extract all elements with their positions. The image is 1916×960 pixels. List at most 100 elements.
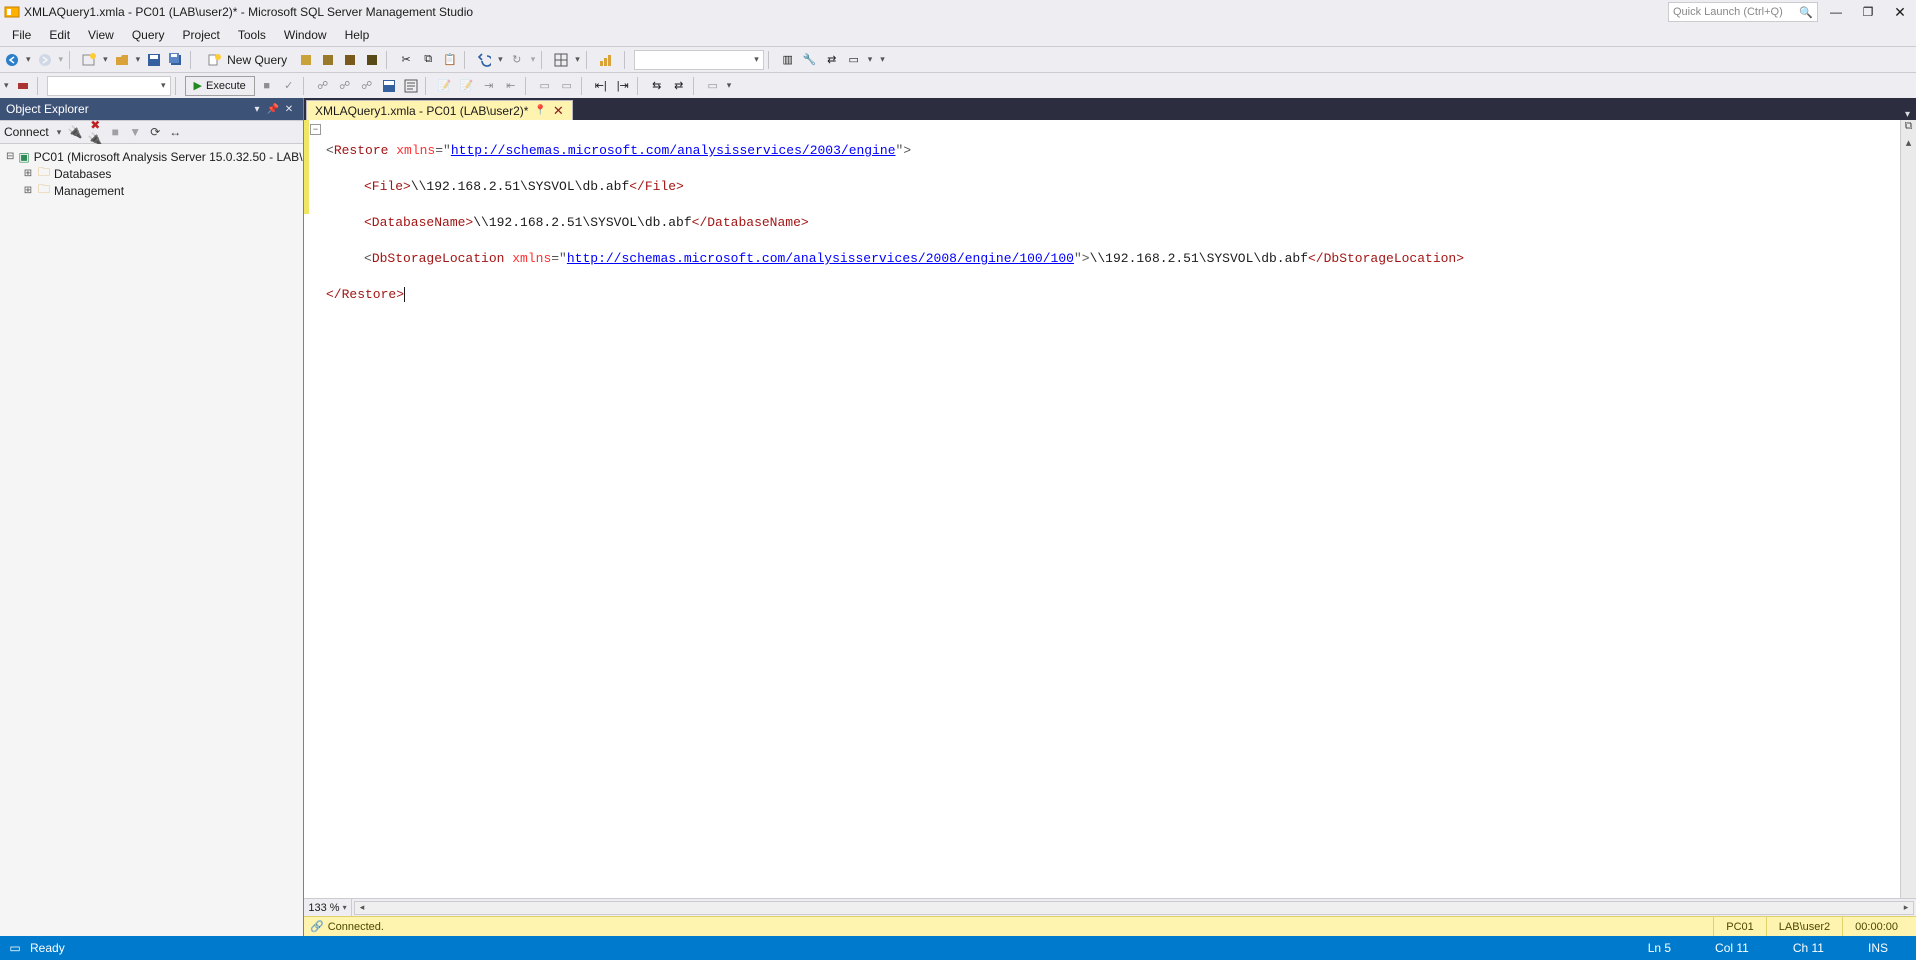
new-query-button[interactable]: New Query bbox=[200, 49, 294, 71]
expand-icon[interactable]: ⊞ bbox=[22, 168, 34, 179]
split-view-button[interactable]: ⧉ bbox=[1901, 120, 1916, 136]
menu-tools[interactable]: Tools bbox=[230, 26, 274, 44]
stop-connect-icon[interactable]: ■ bbox=[107, 125, 123, 139]
activity-button[interactable] bbox=[596, 49, 616, 71]
scroll-left-icon[interactable]: ◂ bbox=[355, 902, 369, 914]
standard-toolbar: ▾ ▾ ▾ ▾ New Query ✂ ⧉ 📋 ▾ ↻ ▾ ▾ ▾ ▥ 🔧 ⇄ … bbox=[0, 46, 1916, 72]
scroll-up-button[interactable]: ▴ bbox=[1901, 136, 1916, 152]
tool-icon-4[interactable]: ▭ bbox=[844, 49, 864, 71]
collapse-icon[interactable]: ⊟ bbox=[6, 151, 14, 162]
include-actual-plan-button[interactable]: ☍ bbox=[335, 75, 355, 97]
qt-2[interactable]: ▭ bbox=[557, 75, 577, 97]
live-stats-button[interactable]: ☍ bbox=[357, 75, 377, 97]
connection-selector-button[interactable] bbox=[13, 75, 33, 97]
database-selector-combo[interactable]: ▾ bbox=[634, 50, 764, 70]
q-overflow-right[interactable]: ▾ bbox=[725, 80, 734, 91]
grid-button[interactable] bbox=[551, 49, 571, 71]
menu-file[interactable]: File bbox=[4, 26, 39, 44]
q-overflow-left[interactable]: ▾ bbox=[2, 80, 11, 91]
comment-button[interactable]: 📝 bbox=[435, 75, 455, 97]
menu-query[interactable]: Query bbox=[124, 26, 173, 44]
results-to-grid-button[interactable] bbox=[379, 75, 399, 97]
save-all-button[interactable] bbox=[166, 49, 186, 71]
new-project-dropdown[interactable]: ▾ bbox=[101, 54, 110, 65]
dmx-query-button[interactable] bbox=[340, 49, 360, 71]
quick-launch-input[interactable]: Quick Launch (Ctrl+Q) 🔍 bbox=[1668, 2, 1818, 22]
connect-icon[interactable]: 🔌 bbox=[67, 125, 83, 139]
mdx-query-button[interactable] bbox=[318, 49, 338, 71]
save-button[interactable] bbox=[144, 49, 164, 71]
execute-label: Execute bbox=[206, 80, 246, 92]
indent-button[interactable]: ⇥ bbox=[479, 75, 499, 97]
target-db-combo[interactable]: ▾ bbox=[47, 76, 171, 96]
document-tabs: XMLAQuery1.xmla - PC01 (LAB\user2)* 📍 ✕ … bbox=[304, 98, 1916, 120]
sync-icon[interactable]: ↔ bbox=[167, 125, 183, 139]
nav-forward-button[interactable] bbox=[35, 49, 55, 71]
panel-close-button[interactable]: ✕ bbox=[281, 104, 297, 115]
results-to-text-button[interactable] bbox=[401, 75, 421, 97]
nav-back-button[interactable] bbox=[2, 49, 22, 71]
connect-dropdown[interactable]: ▾ bbox=[55, 127, 64, 138]
tab-pin-icon[interactable]: 📍 bbox=[534, 105, 546, 116]
showplan-button[interactable]: ☍ bbox=[313, 75, 333, 97]
tree-management-node[interactable]: ⊞ 🗀 Management bbox=[6, 182, 297, 199]
open-file-dropdown[interactable]: ▾ bbox=[134, 54, 143, 65]
document-tab-active[interactable]: XMLAQuery1.xmla - PC01 (LAB\user2)* 📍 ✕ bbox=[306, 100, 573, 120]
grid-dropdown[interactable]: ▾ bbox=[573, 54, 582, 65]
nav-back-history-dropdown[interactable]: ▾ bbox=[24, 54, 33, 65]
menu-view[interactable]: View bbox=[80, 26, 122, 44]
menu-window[interactable]: Window bbox=[276, 26, 335, 44]
xmla-query-button[interactable] bbox=[362, 49, 382, 71]
menu-edit[interactable]: Edit bbox=[41, 26, 78, 44]
toggle-1[interactable]: ⇆ bbox=[647, 75, 667, 97]
tab-overflow-dropdown[interactable]: ▾ bbox=[1899, 109, 1916, 120]
zoom-level-combo[interactable]: 133 %▾ bbox=[304, 899, 352, 916]
cut-button[interactable]: ✂ bbox=[396, 49, 416, 71]
restore-window-button[interactable]: ❐ bbox=[1854, 5, 1882, 19]
window-layout-icon[interactable]: ▭ bbox=[6, 941, 24, 955]
scroll-right-icon[interactable]: ▸ bbox=[1899, 902, 1913, 914]
overflow-dropdown-1[interactable]: ▾ bbox=[878, 54, 887, 65]
editor-scrollbar-right[interactable]: ⧉ ▴ bbox=[1900, 120, 1916, 898]
tool-icon-4-dropdown[interactable]: ▾ bbox=[866, 54, 875, 65]
menu-help[interactable]: Help bbox=[337, 26, 378, 44]
de-query-button[interactable] bbox=[296, 49, 316, 71]
redo-button[interactable]: ↻ bbox=[507, 49, 527, 71]
tool-icon-3[interactable]: ⇄ bbox=[822, 49, 842, 71]
panel-position-dropdown[interactable]: ▾ bbox=[249, 104, 265, 115]
outline-collapse-button[interactable]: − bbox=[310, 124, 321, 135]
object-explorer-panel: Object Explorer ▾ 📌 ✕ Connect ▾ 🔌 ✖🔌 ■ ▼… bbox=[0, 98, 304, 936]
object-explorer-tree[interactable]: ⊟ ▣ PC01 (Microsoft Analysis Server 15.0… bbox=[0, 144, 303, 936]
panel-pin-button[interactable]: 📌 bbox=[265, 104, 281, 115]
open-file-button[interactable] bbox=[112, 49, 132, 71]
qt-3[interactable]: ▭ bbox=[703, 75, 723, 97]
execute-button[interactable]: ▶ Execute bbox=[185, 76, 255, 96]
nav-fwd-history-dropdown[interactable]: ▾ bbox=[57, 54, 66, 65]
menu-project[interactable]: Project bbox=[175, 26, 228, 44]
filter-icon[interactable]: ▼ bbox=[127, 125, 143, 139]
close-window-button[interactable]: ✕ bbox=[1886, 4, 1914, 21]
disconnect-icon[interactable]: ✖🔌 bbox=[87, 118, 103, 146]
code-editor[interactable]: − <Restore xmlns="http://schemas.microso… bbox=[304, 120, 1900, 898]
increase-indent-button[interactable]: ⇤| bbox=[591, 75, 611, 97]
tool-icon-2[interactable]: 🔧 bbox=[800, 49, 820, 71]
qt-1[interactable]: ▭ bbox=[535, 75, 555, 97]
tab-close-button[interactable]: ✕ bbox=[553, 103, 564, 119]
paste-button[interactable]: 📋 bbox=[440, 49, 460, 71]
tool-icon-1[interactable]: ▥ bbox=[778, 49, 798, 71]
undo-dropdown[interactable]: ▾ bbox=[496, 54, 505, 65]
new-project-button[interactable] bbox=[79, 49, 99, 71]
minimize-window-button[interactable]: — bbox=[1822, 5, 1850, 19]
horizontal-scrollbar[interactable]: ◂ ▸ bbox=[354, 901, 1914, 915]
copy-button[interactable]: ⧉ bbox=[418, 49, 438, 71]
undo-button[interactable] bbox=[474, 49, 494, 71]
outdent-button[interactable]: ⇤ bbox=[501, 75, 521, 97]
decrease-indent-button[interactable]: |⇥ bbox=[613, 75, 633, 97]
toggle-2[interactable]: ⇄ bbox=[669, 75, 689, 97]
refresh-icon[interactable]: ⟳ bbox=[147, 125, 163, 139]
redo-dropdown[interactable]: ▾ bbox=[529, 54, 538, 65]
uncomment-button[interactable]: 📝 bbox=[457, 75, 477, 97]
expand-icon[interactable]: ⊞ bbox=[22, 185, 34, 196]
stop-button[interactable]: ■ bbox=[257, 75, 277, 97]
parse-button[interactable]: ✓ bbox=[279, 75, 299, 97]
